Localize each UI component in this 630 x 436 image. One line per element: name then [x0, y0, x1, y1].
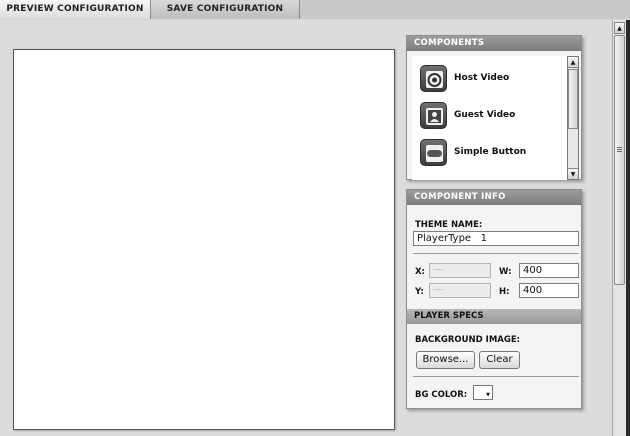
- scroll-up-arrow-icon[interactable]: ▲: [568, 57, 578, 68]
- components-scrollbar[interactable]: ▲ ▼: [567, 56, 579, 180]
- grip-line: [617, 147, 622, 148]
- scroll-down-arrow-icon[interactable]: ▼: [568, 168, 578, 179]
- window-edge: [626, 20, 630, 436]
- grip-line: [617, 149, 622, 150]
- component-label: Simple Button: [454, 147, 527, 157]
- y-input[interactable]: ----: [429, 283, 491, 298]
- components-panel: COMPONENTS Host Video Guest Video Simple…: [406, 35, 582, 180]
- bg-color-picker[interactable]: ▼: [473, 385, 493, 400]
- h-label: H:: [499, 287, 510, 297]
- player-specs-header: PLAYER SPECS: [407, 309, 581, 324]
- tab-save-configuration[interactable]: SAVE CONFIGURATION: [151, 0, 300, 19]
- divider: [413, 253, 579, 254]
- tab-bar: PREVIEW CONFIGURATION SAVE CONFIGURATION: [0, 0, 630, 19]
- dropdown-caret-icon: ▼: [486, 392, 490, 398]
- preview-canvas[interactable]: [13, 49, 395, 430]
- webcam-icon: [420, 65, 447, 92]
- grip-line: [617, 151, 622, 152]
- components-scroll-thumb[interactable]: [568, 69, 578, 129]
- person-icon: [420, 102, 447, 129]
- component-host-video[interactable]: Host Video: [420, 65, 560, 95]
- tab-preview-configuration[interactable]: PREVIEW CONFIGURATION: [0, 0, 151, 19]
- component-guest-video[interactable]: Guest Video: [420, 102, 560, 132]
- page-scroll-thumb[interactable]: [614, 35, 625, 285]
- clear-button[interactable]: Clear: [479, 351, 520, 369]
- component-label: Host Video: [454, 73, 510, 83]
- component-label: Guest Video: [454, 110, 516, 120]
- x-label: X:: [415, 267, 425, 277]
- components-list: Host Video Guest Video Simple Button: [412, 56, 567, 180]
- button-icon: [420, 139, 447, 166]
- workspace: COMPONENTS Host Video Guest Video Simple…: [0, 20, 612, 436]
- component-simple-button[interactable]: Simple Button: [420, 139, 560, 169]
- page-scrollbar[interactable]: ▲: [612, 20, 626, 436]
- component-info-panel: COMPONENT INFO THEME NAME: PlayerType 1 …: [406, 189, 582, 409]
- scroll-up-arrow-icon[interactable]: ▲: [614, 22, 625, 34]
- height-input[interactable]: 400: [519, 283, 579, 298]
- theme-name-label: THEME NAME:: [415, 220, 483, 230]
- tab-bar-filler: [300, 0, 630, 19]
- components-panel-title: COMPONENTS: [407, 36, 581, 51]
- browse-button[interactable]: Browse...: [416, 351, 475, 369]
- divider: [413, 376, 579, 377]
- x-input[interactable]: ----: [429, 263, 491, 278]
- component-info-title: COMPONENT INFO: [407, 190, 581, 205]
- w-label: W:: [499, 267, 512, 277]
- theme-name-input[interactable]: PlayerType 1: [413, 231, 579, 246]
- y-label: Y:: [415, 287, 424, 297]
- width-input[interactable]: 400: [519, 263, 579, 278]
- background-image-label: BACKGROUND IMAGE:: [415, 335, 521, 345]
- bg-color-label: BG COLOR:: [415, 390, 468, 400]
